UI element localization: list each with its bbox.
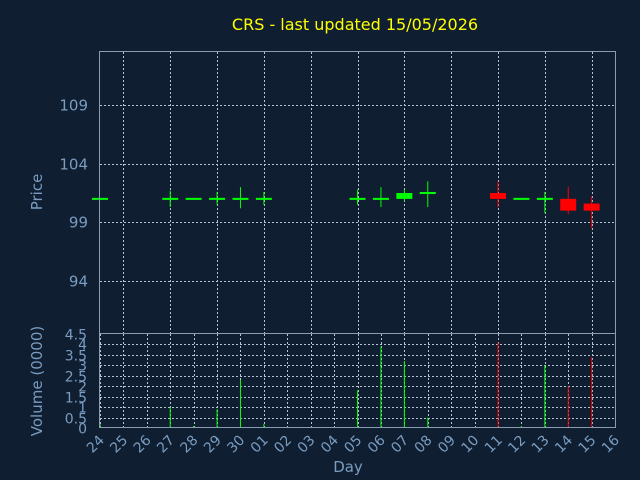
- price-tick-label: 94: [69, 273, 88, 291]
- candle-body: [372, 197, 389, 200]
- candle-body: [255, 197, 272, 200]
- price-tick-label: 99: [69, 214, 88, 232]
- volume-tick-label: 4.5: [65, 328, 87, 344]
- chart-title: CRS - last updated 15/05/2026: [232, 15, 478, 34]
- x-tick-label: 10: [458, 433, 482, 457]
- x-tick-label: 01: [248, 433, 272, 457]
- x-tick-label: 25: [107, 433, 131, 457]
- price-axis-label: Price: [28, 174, 46, 211]
- x-axis-label: Day: [333, 458, 363, 476]
- candle-body: [560, 198, 577, 211]
- candle-body: [490, 193, 507, 199]
- x-tick-label: 03: [295, 433, 319, 457]
- volume-axis-label: Volume (0000): [28, 326, 46, 436]
- x-tick-label: 29: [201, 433, 225, 457]
- x-tick-label: 26: [131, 432, 155, 456]
- x-tick-label: 28: [178, 433, 202, 457]
- x-tick-label: 07: [388, 433, 412, 457]
- x-tick-label: 16: [599, 432, 623, 456]
- x-tick-label: 13: [529, 433, 553, 457]
- candle-body: [185, 197, 202, 200]
- candle-body: [396, 193, 413, 199]
- x-tick-label: 06: [365, 432, 389, 456]
- x-tick-label: 14: [552, 432, 576, 456]
- candle-body: [513, 197, 530, 200]
- price-candles: [92, 181, 600, 229]
- axis-ticks: 949910410900.511.522.533.544.524 25 26 27 28…: [59, 97, 623, 457]
- candle-body: [232, 197, 249, 200]
- x-tick-label: 12: [505, 433, 529, 457]
- candle-body: [419, 192, 436, 194]
- candle-body: [209, 197, 226, 200]
- x-tick-label: 30: [224, 433, 248, 457]
- x-tick-label: 15: [576, 433, 600, 457]
- price-tick-label: 104: [59, 156, 88, 174]
- x-tick-label: 09: [435, 433, 459, 457]
- candle-body: [162, 197, 179, 200]
- candle-body: [583, 203, 600, 211]
- candle-body: [349, 197, 366, 200]
- x-tick-label: 11: [482, 433, 506, 457]
- x-tick-label: 08: [412, 433, 436, 457]
- stock-chart: CRS - last updated 15/05/2026 Price Volu…: [28, 15, 623, 476]
- x-tick-label: 27: [154, 433, 178, 457]
- x-tick-label: 02: [271, 433, 295, 457]
- x-tick-label: 04: [318, 432, 342, 456]
- price-tick-label: 109: [59, 97, 88, 115]
- candle-body: [536, 197, 553, 200]
- x-tick-label: 24: [84, 432, 108, 456]
- x-tick-label: 05: [341, 433, 365, 457]
